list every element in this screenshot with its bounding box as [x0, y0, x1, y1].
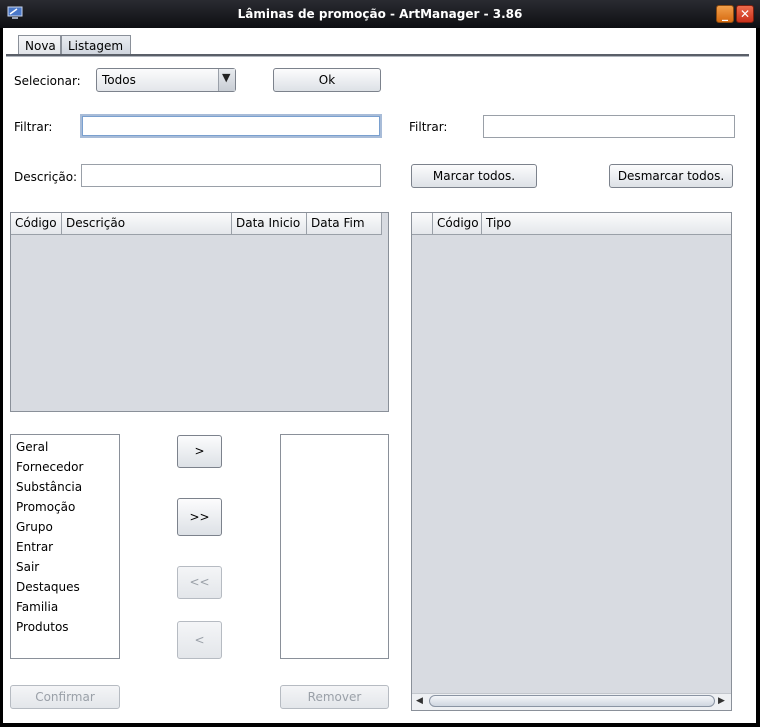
list-item[interactable]: Produtos: [16, 620, 69, 634]
tab-divider: [6, 54, 749, 57]
left-filter-label: Filtrar:: [14, 120, 53, 134]
scrollbar-thumb[interactable]: [429, 695, 715, 707]
selected-list[interactable]: [280, 434, 389, 659]
items-table[interactable]: Código Tipo ◀ ▶: [411, 212, 732, 711]
column-header-tipo[interactable]: Tipo: [482, 213, 731, 234]
close-button[interactable]: ✕: [736, 5, 754, 23]
list-item[interactable]: Sair: [16, 560, 39, 574]
available-list[interactable]: Geral Fornecedor Substância Promoção Gru…: [10, 434, 120, 659]
promotions-table-header: Código Descrição Data Inicio Data Fim: [11, 213, 382, 235]
select-label: Selecionar:: [14, 74, 81, 88]
right-filter-input[interactable]: [483, 115, 735, 138]
column-header-descricao[interactable]: Descrição: [62, 213, 232, 234]
add-all-button[interactable]: >>: [177, 498, 222, 536]
tab-strip: Nova Listagem: [3, 28, 756, 58]
description-input[interactable]: [81, 164, 381, 187]
app-window: Lâminas de promoção - ArtManager - 3.86 …: [0, 0, 760, 727]
remove-button[interactable]: Remover: [280, 685, 389, 709]
tab-listagem[interactable]: Listagem: [61, 35, 131, 56]
scroll-left-icon[interactable]: ◀: [416, 696, 423, 706]
scroll-right-icon[interactable]: ▶: [718, 696, 725, 706]
column-header-codigo[interactable]: Código: [11, 213, 62, 234]
description-label: Descrição:: [14, 170, 78, 184]
combo-arrow-button[interactable]: ▼: [218, 69, 235, 91]
unmark-all-button[interactable]: Desmarcar todos.: [609, 164, 733, 188]
content-panel: Nova Listagem Selecionar: Todos ▼ Ok Fil…: [3, 28, 756, 723]
tab-nova[interactable]: Nova: [18, 35, 61, 56]
confirm-button[interactable]: Confirmar: [10, 685, 120, 709]
add-selected-button[interactable]: >: [177, 435, 222, 468]
title-bar[interactable]: Lâminas de promoção - ArtManager - 3.86 …: [0, 0, 760, 28]
left-filter-input[interactable]: [80, 114, 382, 138]
select-combobox[interactable]: Todos ▼: [96, 68, 236, 92]
items-table-header: Código Tipo: [412, 213, 731, 235]
list-item[interactable]: Destaques: [16, 580, 80, 594]
column-header-codigo[interactable]: Código: [433, 213, 482, 234]
right-filter-label: Filtrar:: [409, 120, 448, 134]
list-item[interactable]: Geral: [16, 440, 48, 454]
chevron-down-icon: ▼: [222, 71, 231, 84]
horizontal-scrollbar[interactable]: ◀ ▶: [412, 693, 731, 710]
list-item[interactable]: Promoção: [16, 500, 75, 514]
window-title: Lâminas de promoção - ArtManager - 3.86: [237, 7, 523, 21]
ok-button[interactable]: Ok: [273, 68, 381, 92]
mark-all-button[interactable]: Marcar todos.: [411, 164, 537, 188]
list-item[interactable]: Fornecedor: [16, 460, 83, 474]
minimize-button[interactable]: _: [716, 5, 734, 23]
promotions-table[interactable]: Código Descrição Data Inicio Data Fim: [10, 212, 389, 412]
remove-all-button[interactable]: <<: [177, 566, 222, 599]
select-value: Todos: [102, 73, 136, 87]
column-header-select[interactable]: [412, 213, 433, 234]
list-item[interactable]: Grupo: [16, 520, 53, 534]
list-item[interactable]: Entrar: [16, 540, 53, 554]
column-header-data-fim[interactable]: Data Fim: [307, 213, 382, 234]
column-header-data-inicio[interactable]: Data Inicio: [232, 213, 307, 234]
list-item[interactable]: Substância: [16, 480, 82, 494]
remove-selected-button[interactable]: <: [177, 621, 222, 659]
list-item[interactable]: Familia: [16, 600, 58, 614]
